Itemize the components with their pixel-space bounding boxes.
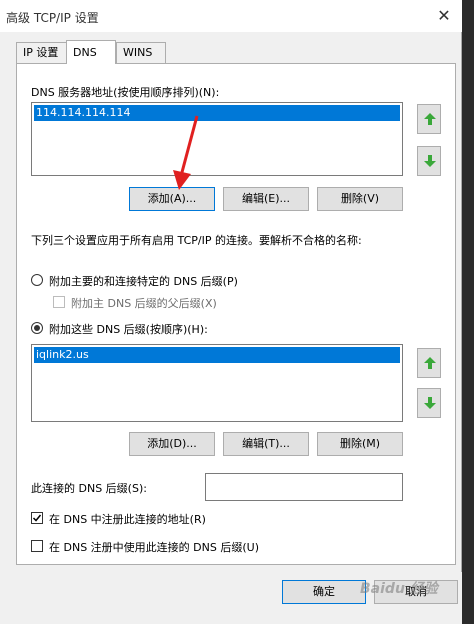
edit-suffix-button[interactable]: 编辑(T)... [223, 432, 309, 456]
checkbox-parent-suffix[interactable] [53, 296, 65, 308]
arrow-down-icon [424, 397, 436, 409]
arrow-up-icon [424, 113, 436, 125]
radio-these-suffixes[interactable] [31, 322, 43, 334]
dns-server-list[interactable]: 114.114.114.114 [31, 102, 403, 176]
connection-suffix-label: 此连接的 DNS 后缀(S): [31, 482, 147, 495]
window-title: 高级 TCP/IP 设置 [6, 11, 99, 25]
radio-primary-suffix[interactable] [31, 274, 43, 286]
move-down-button[interactable] [417, 146, 441, 176]
arrow-up-icon [424, 357, 436, 369]
radio-primary-suffix-label: 附加主要的和连接特定的 DNS 后缀(P) [49, 275, 238, 288]
radio-selected-dot [34, 325, 40, 331]
dns-servers-label: DNS 服务器地址(按使用顺序排列)(N): [31, 86, 220, 99]
checkbox-use-connection-suffix[interactable] [31, 540, 43, 552]
move-up-button[interactable] [417, 104, 441, 134]
checkbox-register-address[interactable] [31, 512, 43, 524]
dns-suffix-list[interactable]: iqlink2.us [31, 344, 403, 422]
connection-suffix-input[interactable] [205, 473, 403, 501]
add-suffix-button[interactable]: 添加(D)... [129, 432, 215, 456]
tab-wins[interactable]: WINS [116, 42, 166, 63]
checkbox-use-connection-suffix-label: 在 DNS 注册中使用此连接的 DNS 后缀(U) [49, 541, 259, 554]
checkmark-icon [32, 514, 42, 522]
suffix-move-down-button[interactable] [417, 388, 441, 418]
title-bar: 高级 TCP/IP 设置 ✕ [0, 0, 462, 32]
dns-server-item-selected[interactable]: 114.114.114.114 [34, 105, 400, 121]
edit-dns-server-button[interactable]: 编辑(E)... [223, 187, 309, 211]
checkbox-register-address-label: 在 DNS 中注册此连接的地址(R) [49, 513, 206, 526]
arrow-down-icon [424, 155, 436, 167]
dns-tab-panel: DNS 服务器地址(按使用顺序排列)(N): 114.114.114.114 添… [16, 63, 456, 565]
tab-ip-settings[interactable]: IP 设置 [16, 42, 68, 63]
close-icon[interactable]: ✕ [434, 6, 454, 26]
advanced-tcpip-dialog: 高级 TCP/IP 设置 ✕ IP 设置 DNS WINS DNS 服务器地址(… [0, 0, 462, 624]
annotation-arrow-icon [173, 115, 199, 190]
dns-suffix-item-selected[interactable]: iqlink2.us [34, 347, 400, 363]
resolution-description: 下列三个设置应用于所有启用 TCP/IP 的连接。要解析不合格的名称: [31, 234, 362, 247]
radio-these-suffixes-label: 附加这些 DNS 后缀(按顺序)(H): [49, 323, 208, 336]
remove-suffix-button[interactable]: 删除(M) [317, 432, 403, 456]
tab-dns[interactable]: DNS [66, 40, 116, 64]
ok-button[interactable]: 确定 [282, 580, 366, 604]
watermark: Baidu 经验 [360, 581, 438, 597]
remove-dns-server-button[interactable]: 删除(V) [317, 187, 403, 211]
suffix-move-up-button[interactable] [417, 348, 441, 378]
checkbox-parent-suffix-label: 附加主 DNS 后缀的父后缀(X) [71, 297, 217, 310]
